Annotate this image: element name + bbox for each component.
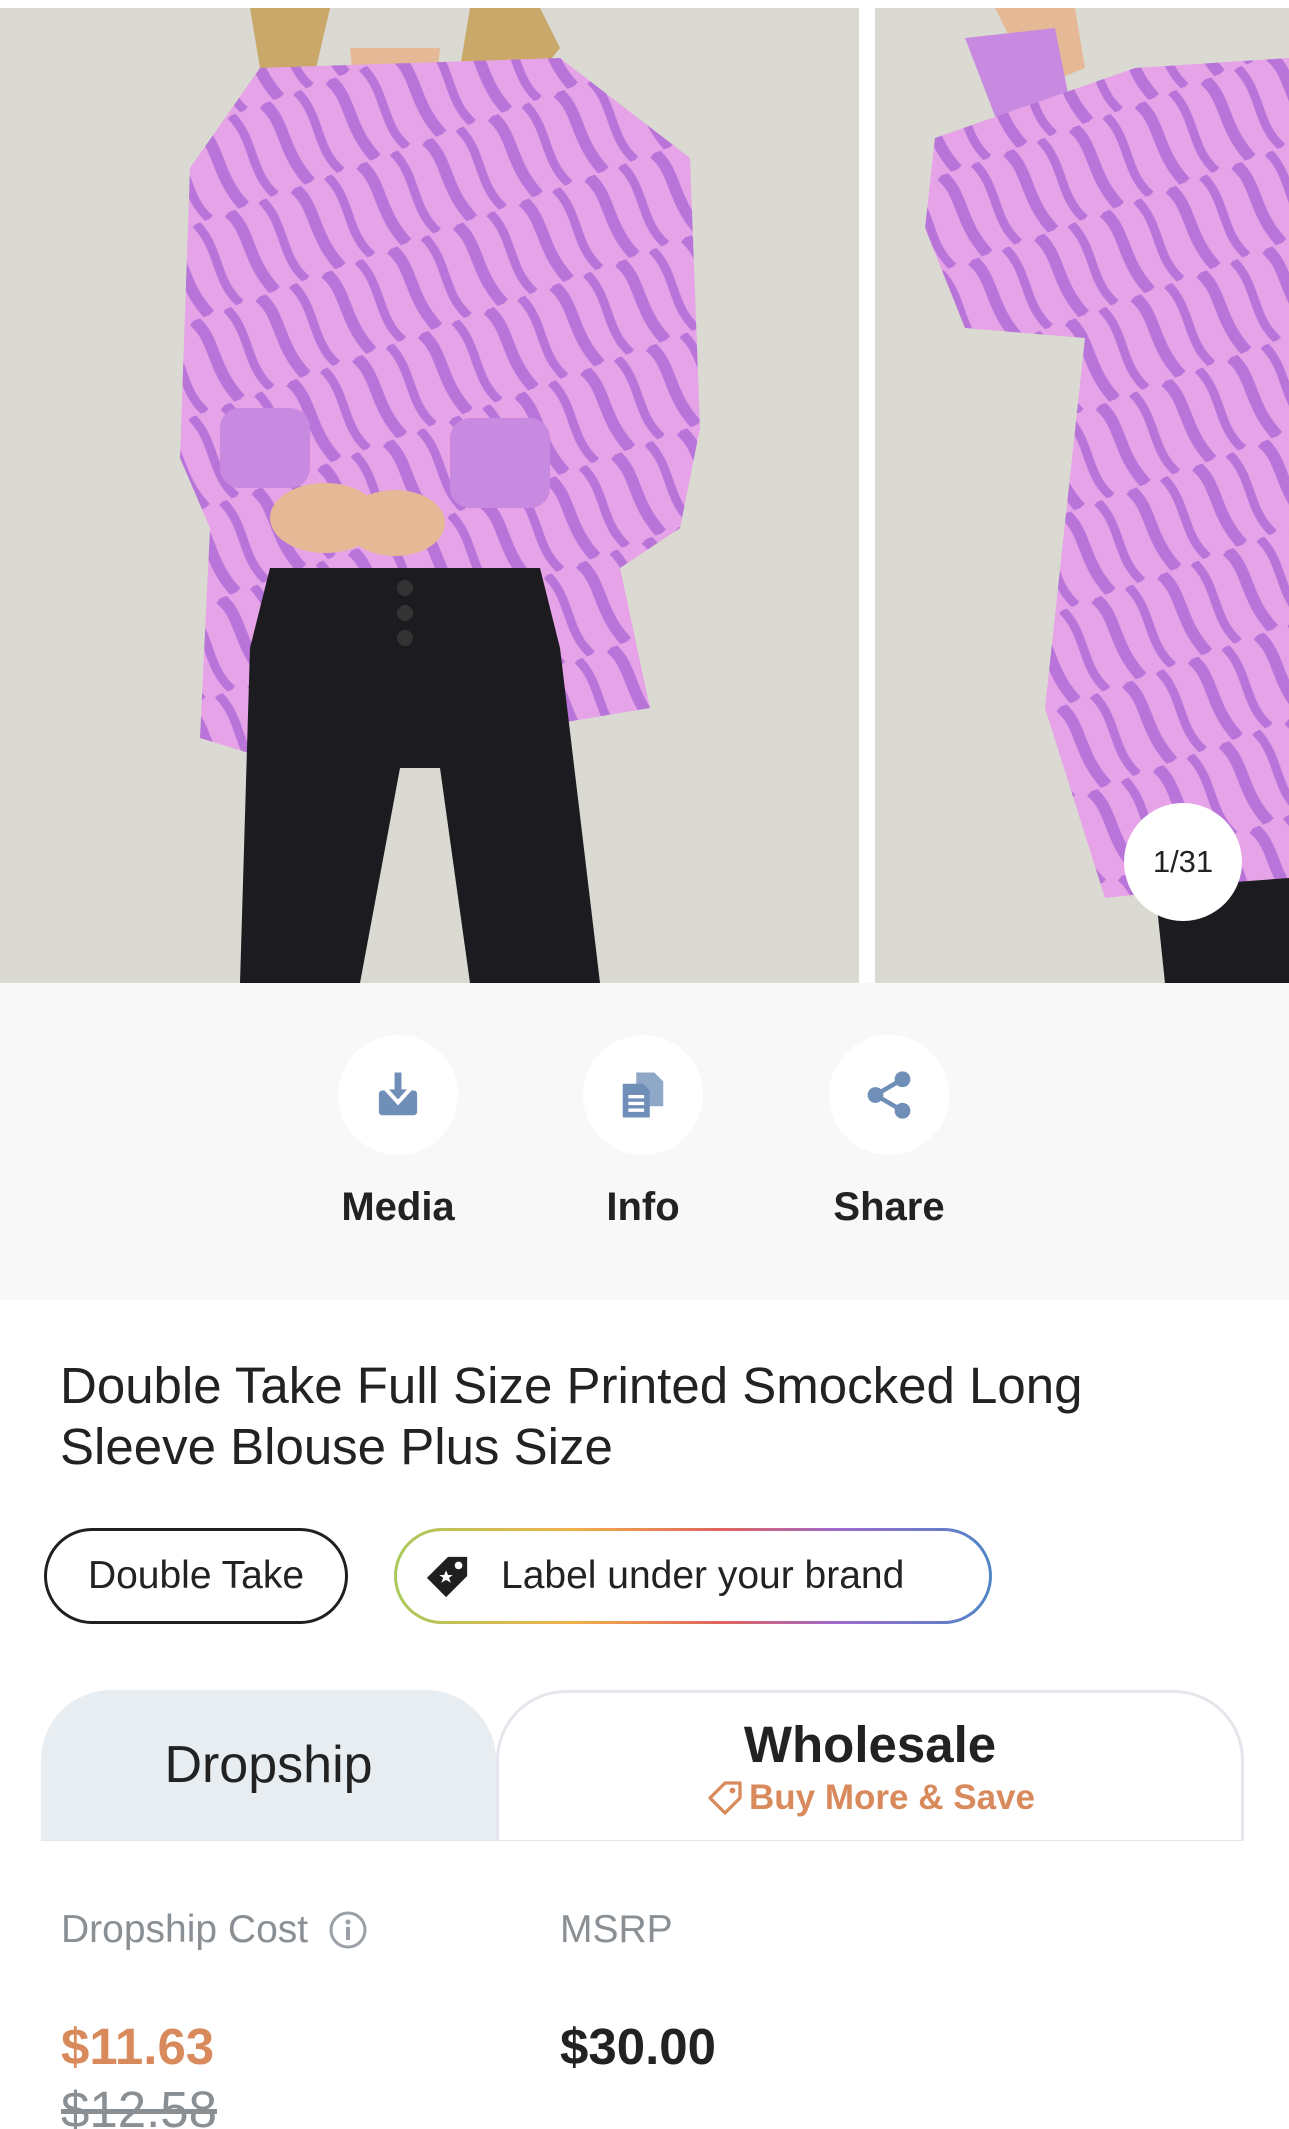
product-image-carousel[interactable]: 1/31	[0, 0, 1289, 983]
tab-wholesale-label: Wholesale	[743, 1716, 997, 1773]
product-photo-front[interactable]	[0, 8, 859, 983]
document-copy-icon	[622, 1072, 664, 1118]
image-counter-text: 1/31	[1152, 844, 1214, 879]
dropship-cost-label-row: Dropship Cost	[61, 1905, 368, 1955]
tab-wholesale-promo-text: Buy More & Save	[749, 1778, 1035, 1817]
label-under-brand-inner[interactable]: Label under your brand	[397, 1531, 989, 1621]
msrp-label-row: MSRP	[560, 1905, 716, 1955]
tab-wholesale-promo: Buy More & Save	[705, 1778, 1035, 1818]
msrp-section: MSRP $30.00	[560, 1905, 716, 2076]
share-button-circle[interactable]	[829, 1035, 949, 1155]
dropship-old-price: $12.58	[61, 2081, 217, 2129]
product-title: Double Take Full Size Printed Smocked Lo…	[60, 1357, 1083, 1475]
msrp-label: MSRP	[560, 1908, 673, 1951]
brand-tag[interactable]: Double Take	[44, 1528, 348, 1624]
info-button-circle[interactable]	[583, 1035, 703, 1155]
tab-wholesale[interactable]: Wholesale Buy More & Save	[496, 1690, 1244, 1840]
label-under-brand-text: Label under your brand	[501, 1554, 905, 1597]
dropship-cost-section: Dropship Cost $11.63 $12.58	[61, 1905, 368, 2129]
download-icon	[378, 1072, 418, 1116]
share-icon	[867, 1071, 911, 1119]
info-icon[interactable]	[328, 1910, 368, 1950]
product-photo-front-image	[0, 8, 859, 983]
msrp-price: $30.00	[560, 2018, 716, 2075]
action-bar: Media Info Share	[0, 983, 1289, 1300]
tab-dropship-label: Dropship	[164, 1736, 373, 1794]
media-button[interactable]: Media	[318, 1035, 478, 1230]
info-button-label: Info	[606, 1185, 680, 1229]
price-tag-icon	[426, 1556, 468, 1598]
dropship-cost-label: Dropship Cost	[61, 1908, 309, 1951]
media-button-circle[interactable]	[338, 1035, 458, 1155]
tab-dropship[interactable]: Dropship	[41, 1690, 496, 1840]
media-button-label: Media	[341, 1185, 455, 1229]
label-under-brand-button[interactable]: Label under your brand	[394, 1528, 992, 1624]
image-counter-badge: 1/31	[1124, 803, 1242, 921]
pricing-tabs: Dropship Wholesale Buy More & Save	[41, 1690, 1244, 1841]
brand-tag-label: Double Take	[87, 1554, 305, 1597]
share-button-label: Share	[833, 1185, 945, 1229]
share-button[interactable]: Share	[809, 1035, 969, 1230]
dropship-price: $11.63	[61, 2018, 215, 2075]
info-button[interactable]: Info	[563, 1035, 723, 1230]
discount-tag-icon	[708, 1781, 742, 1815]
